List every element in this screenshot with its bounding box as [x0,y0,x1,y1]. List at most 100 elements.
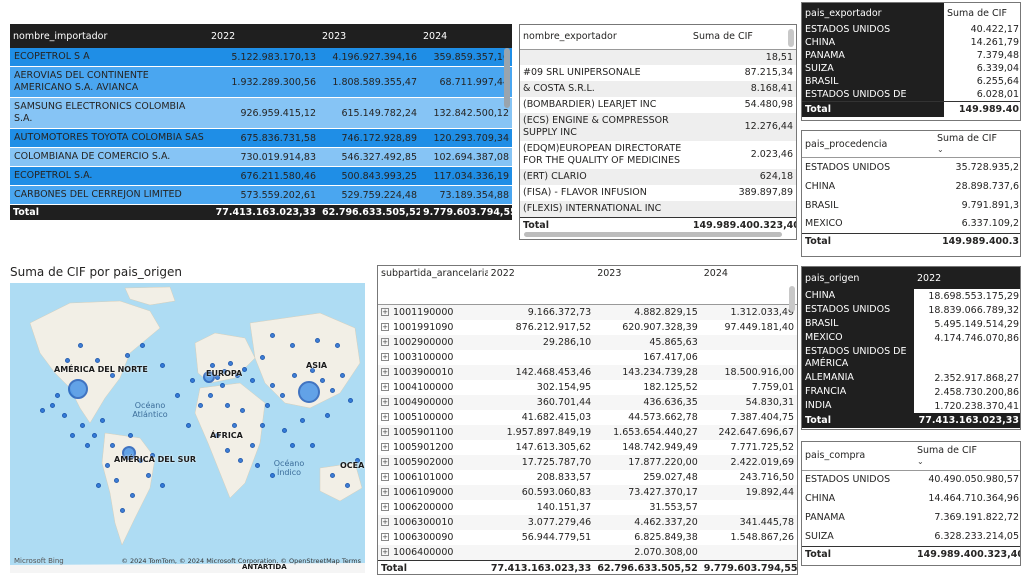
map-bubble[interactable] [330,473,335,478]
table-row[interactable]: 18,51 [520,49,796,65]
expand-icon[interactable]: + [381,503,389,511]
map-bubble[interactable] [265,403,270,408]
table-row[interactable]: BRASIL 9.791.891,3 [802,195,1020,215]
col-header-2024[interactable]: 2024 [420,24,512,48]
map-bubble[interactable] [280,393,285,398]
col-header-pais-procedencia[interactable]: pais_procedencia [802,131,934,158]
table-row[interactable]: ESTADOS UNIDOS DE 6.028,01 [802,88,1020,102]
map-bubble[interactable] [65,358,70,363]
total-row[interactable]: Total 149.989.40 [802,101,1020,117]
map-bubble[interactable] [125,353,130,358]
col-header-2023[interactable]: 2023 [594,266,701,304]
map-bubble[interactable] [95,358,100,363]
map-bubble[interactable] [250,378,255,383]
map-bubble[interactable] [282,428,287,433]
table-row[interactable]: +1005902000 17.725.787,70 17.877.220,00 2.4… [378,454,797,470]
map-bubble[interactable] [290,343,295,348]
map-bubble[interactable] [96,483,101,488]
expand-icon[interactable]: + [381,548,389,556]
map-bubble[interactable] [345,483,350,488]
table-row[interactable]: (ERT) CLARIO 624,18 [520,168,796,185]
table-row[interactable]: PANAMA 7.379,48 [802,49,1020,62]
map-bubble[interactable] [340,373,345,378]
col-header-suma-cif[interactable]: Suma de CIF [690,25,796,49]
map-bubble[interactable] [290,443,295,448]
map-bubble[interactable] [335,343,340,348]
map-bubble[interactable] [114,478,119,483]
map-bubble[interactable] [240,408,245,413]
map-bubble[interactable] [186,423,191,428]
total-row[interactable]: Total 149.989.400.323,40 [520,216,796,233]
table-row[interactable]: +1002900000 29.286,10 45.865,63 [378,334,797,350]
col-header-2024[interactable]: 2024 [701,266,797,304]
expand-icon[interactable]: + [381,518,389,526]
expand-icon[interactable]: + [381,458,389,466]
table-row[interactable]: SUIZA 6.328.233.214,05 [802,527,1020,546]
map-bubble[interactable] [105,463,110,468]
table-row[interactable]: AUTOMOTORES TOYOTA COLOMBIA SAS 675.836.7… [10,128,512,148]
col-header-2022[interactable]: 2022 [914,267,1020,289]
map-bubble[interactable] [198,403,203,408]
map-bubble[interactable] [210,363,215,368]
expand-icon[interactable]: + [381,533,389,541]
map-bubble[interactable] [270,383,275,388]
map-bubble[interactable] [330,388,335,393]
map-bubble[interactable] [310,443,315,448]
map-bubble[interactable] [292,373,297,378]
map-bubble[interactable] [62,413,67,418]
expand-icon[interactable]: + [381,473,389,481]
map-bubble[interactable] [348,398,353,403]
map-bubble[interactable] [110,443,115,448]
expand-icon[interactable]: + [381,323,389,331]
map-bubble[interactable] [78,343,83,348]
expand-icon[interactable]: + [381,488,389,496]
map-bubble[interactable] [160,363,165,368]
expand-icon[interactable]: + [381,413,389,421]
subpartida-scrollbar[interactable] [789,286,795,312]
table-row[interactable]: +1005901100 1.957.897.849,19 1.653.654.440… [378,424,797,440]
col-header-pais-origen[interactable]: pais_origen [802,267,914,289]
map-bubble[interactable] [255,463,260,468]
map-bubble[interactable] [140,343,145,348]
map-bubble[interactable] [220,383,225,388]
total-row[interactable]: Total 77.413.163.023,33 [802,413,1020,428]
exportador-scrollbar[interactable] [788,29,794,47]
table-row[interactable]: FRANCIA 2.458.730.200,86 [802,385,1020,399]
map-bubble[interactable] [225,448,230,453]
expand-icon[interactable]: + [381,428,389,436]
table-row[interactable]: BRASIL 6.255,64 [802,75,1020,88]
table-row[interactable]: #09 SRL UNIPERSONALE 87.215,34 [520,64,796,81]
table-row[interactable]: +1005901200 147.613.305,62 148.742.949,49 7… [378,439,797,455]
table-row[interactable]: +1006101000 208.833,57 259.027,48 243.716,5… [378,469,797,485]
map-bubble[interactable] [270,333,275,338]
col-header-2022[interactable]: 2022 [488,266,595,304]
expand-icon[interactable]: + [381,353,389,361]
map-bubble[interactable] [160,483,165,488]
table-row[interactable]: +1001190000 9.166.372,73 4.882.829,15 1.312… [378,304,797,320]
map-bubble[interactable] [85,443,90,448]
table-row[interactable]: +1005100000 41.682.415,03 44.573.662,78 7.3… [378,409,797,425]
table-row[interactable]: ESTADOS UNIDOS 40.490.050.980,57 [802,470,1020,489]
col-header-exportador[interactable]: nombre_exportador [520,25,690,49]
table-row[interactable]: +1006400000 2.070.308,00 [378,544,797,560]
table-row[interactable]: INDIA 1.720.238.370,41 [802,399,1020,413]
table-row[interactable]: ECOPETROL S.A. 676.211.580,46 500.843.993,… [10,166,512,186]
map-bubble[interactable] [175,393,180,398]
table-row[interactable]: CHINA 14.464.710.364,96 [802,489,1020,508]
table-row[interactable]: CHINA 18.698.553.175,29 [802,289,1020,303]
table-row[interactable]: (BOMBARDIER) LEARJET INC 54.480,98 [520,96,796,113]
table-row[interactable]: ALEMANIA 2.352.917.868,27 [802,371,1020,385]
table-row[interactable]: +1003900010 142.468.453,46 143.234.739,28 1… [378,364,797,380]
map-bubble[interactable] [128,433,133,438]
expand-icon[interactable]: + [381,398,389,406]
map-bubble[interactable] [242,367,247,372]
expand-icon[interactable]: + [381,308,389,316]
table-row[interactable]: BRASIL 5.495.149.514,29 [802,317,1020,331]
map-bubble[interactable] [238,458,243,463]
map-bubble[interactable] [260,423,265,428]
map-bubble[interactable] [300,418,305,423]
map-bubble[interactable] [208,393,213,398]
map-attribution[interactable]: © 2024 TomTom, © 2024 Microsoft Corporat… [121,557,361,565]
map-bubble[interactable] [232,423,237,428]
table-row[interactable]: +1004100000 302.154,95 182.125,52 7.759,01 [378,379,797,395]
